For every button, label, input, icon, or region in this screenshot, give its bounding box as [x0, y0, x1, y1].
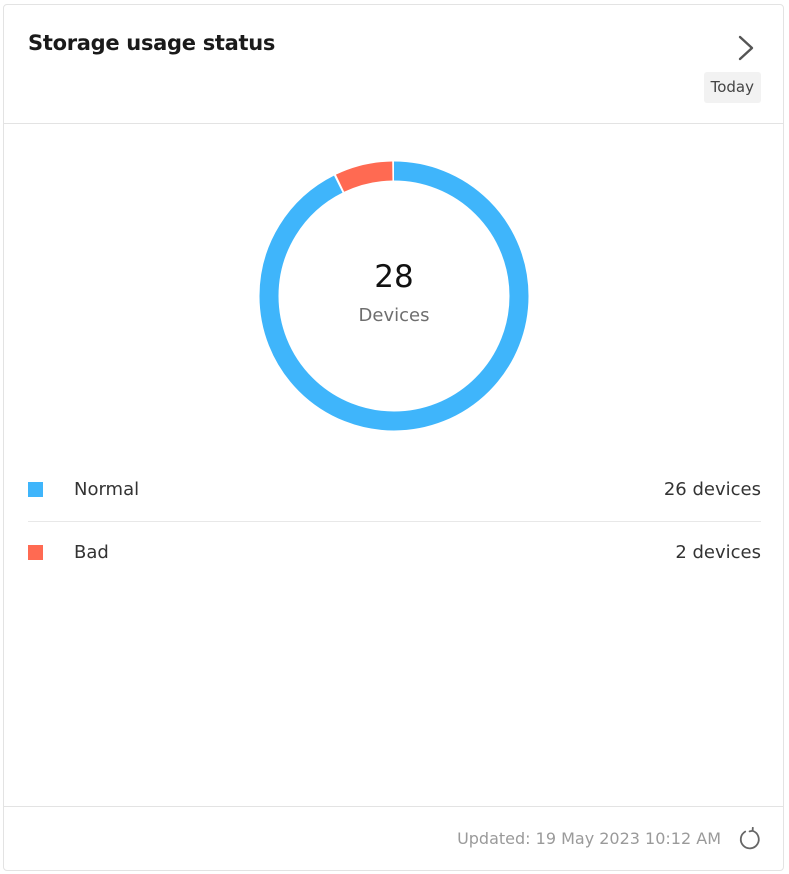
- legend-swatch-normal: [28, 482, 43, 497]
- legend-item-normal: Normal 26 devices: [28, 459, 761, 522]
- donut-chart: 28 Devices: [259, 161, 529, 431]
- chevron-right-icon[interactable]: [735, 33, 757, 63]
- total-devices-label: Devices: [358, 305, 430, 326]
- card-header: Storage usage status Today: [4, 5, 783, 124]
- storage-usage-card: Storage usage status Today 28 Devices No…: [3, 4, 784, 871]
- card-footer: Updated: 19 May 2023 10:12 AM: [4, 806, 783, 870]
- total-devices-count: 28: [374, 259, 414, 295]
- last-updated-text: Updated: 19 May 2023 10:12 AM: [457, 829, 721, 848]
- period-badge: Today: [703, 72, 761, 103]
- legend-value: 2 devices: [675, 542, 761, 563]
- refresh-icon[interactable]: [737, 827, 761, 851]
- legend-label: Normal: [74, 479, 140, 500]
- legend-value: 26 devices: [663, 479, 761, 500]
- donut-center: 28 Devices: [259, 161, 529, 431]
- chart-legend: Normal 26 devices Bad 2 devices: [28, 459, 761, 584]
- legend-item-bad: Bad 2 devices: [28, 522, 761, 584]
- legend-swatch-bad: [28, 545, 43, 560]
- legend-label: Bad: [74, 542, 109, 563]
- card-title: Storage usage status: [28, 31, 276, 55]
